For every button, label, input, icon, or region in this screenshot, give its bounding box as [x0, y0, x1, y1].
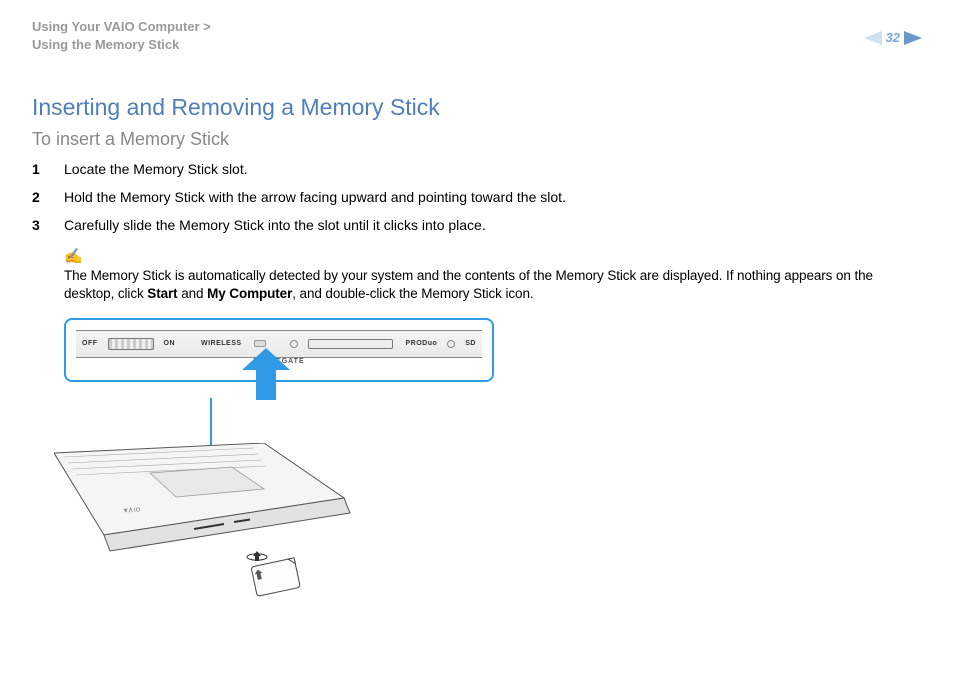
- note-text: The Memory Stick is automatically detect…: [64, 267, 922, 303]
- note-icon: ✍: [64, 247, 922, 265]
- page-nav: 32: [864, 18, 922, 45]
- label-on: ON: [158, 340, 182, 347]
- label-produo: PRODuo: [399, 340, 443, 347]
- next-page-icon[interactable]: [904, 31, 922, 45]
- memory-stick-illustration: [239, 551, 299, 611]
- step-item: 2Hold the Memory Stick with the arrow fa…: [32, 188, 922, 208]
- step-item: 3Carefully slide the Memory Stick into t…: [32, 216, 922, 236]
- sd-led: [447, 340, 455, 348]
- label-sd: SD: [459, 340, 482, 347]
- prev-page-icon[interactable]: [864, 31, 882, 45]
- wireless-led: [254, 340, 266, 347]
- step-item: 1Locate the Memory Stick slot.: [32, 160, 922, 180]
- diagram: OFF ON WIRELESS PRODuo SD MAGICGATE: [64, 318, 494, 382]
- activity-led: [290, 340, 298, 348]
- laptop-illustration: ▾∧ıo: [54, 443, 374, 578]
- note-block: ✍ The Memory Stick is automatically dete…: [64, 247, 922, 303]
- label-wireless: WIRELESS: [195, 340, 248, 347]
- svg-text:▾∧ıo: ▾∧ıo: [123, 504, 141, 515]
- page-title: Inserting and Removing a Memory Stick: [32, 94, 922, 121]
- steps-list: 1Locate the Memory Stick slot. 2Hold the…: [32, 160, 922, 235]
- wireless-switch: [108, 338, 154, 350]
- breadcrumb-line1[interactable]: Using Your VAIO Computer >: [32, 18, 211, 36]
- insert-arrow-icon: [242, 348, 290, 405]
- section-subtitle: To insert a Memory Stick: [32, 129, 922, 150]
- memory-stick-slot: [308, 339, 394, 349]
- label-off: OFF: [76, 340, 104, 347]
- page-number: 32: [886, 30, 900, 45]
- breadcrumb-line2: Using the Memory Stick: [32, 36, 211, 54]
- breadcrumb: Using Your VAIO Computer > Using the Mem…: [32, 18, 211, 54]
